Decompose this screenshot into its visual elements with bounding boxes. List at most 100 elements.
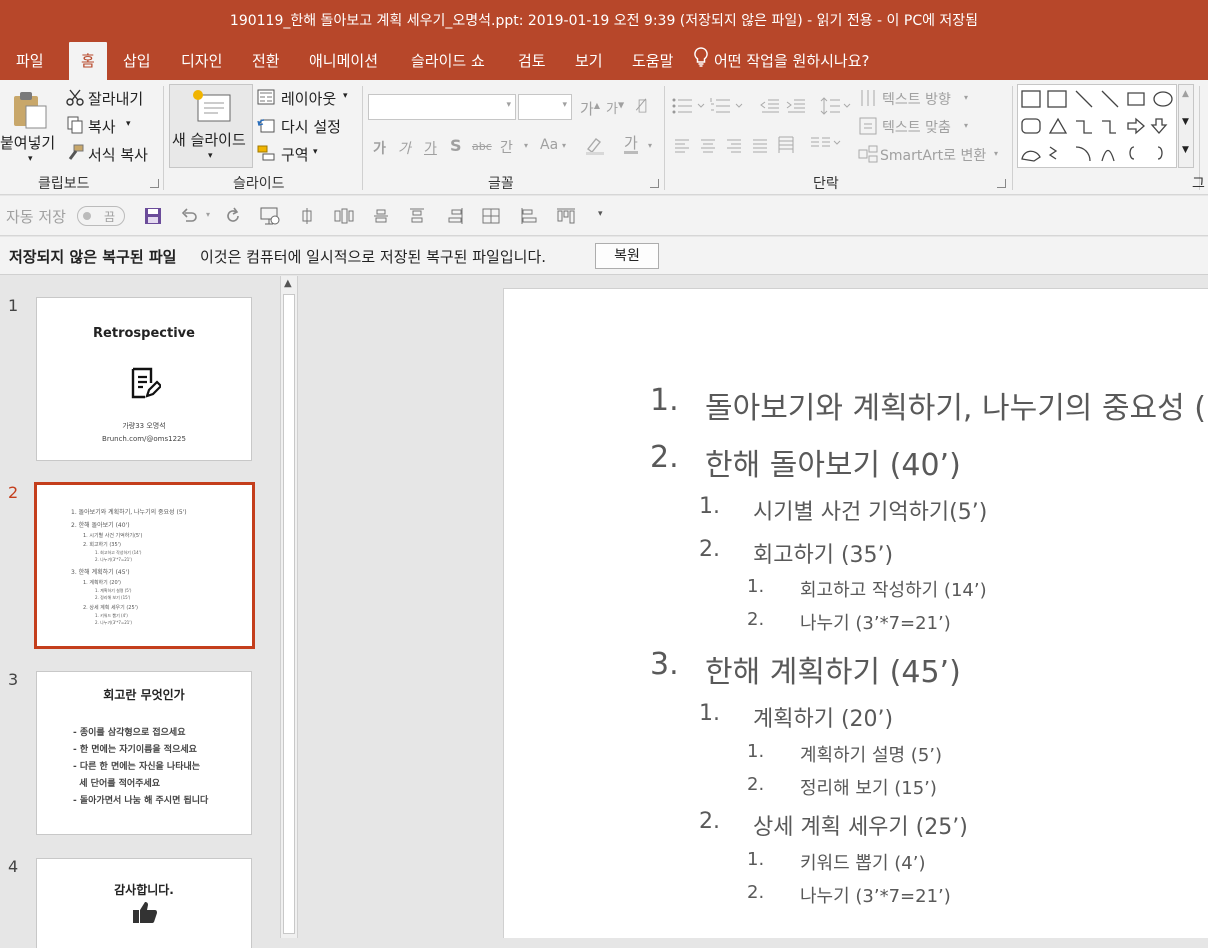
align-left-icon[interactable] <box>674 138 690 157</box>
tab-design[interactable]: 디자인 <box>169 42 234 80</box>
bullets-icon[interactable] <box>672 98 712 118</box>
copy-button[interactable]: 복사 ▾ <box>64 114 156 138</box>
distributed-icon[interactable] <box>778 136 794 158</box>
slide-thumbnail-pane: 1 Retrospective 가량33 오명석 Brunch.com/@oms… <box>0 276 280 948</box>
italic-icon[interactable]: 가 <box>398 138 411 158</box>
align-right-icon[interactable] <box>726 138 742 157</box>
format-painter-button[interactable]: 서식 복사 <box>64 142 162 166</box>
tab-home[interactable]: 홈 <box>69 42 107 80</box>
strikethrough-icon[interactable]: abc <box>472 140 492 153</box>
decrease-indent-icon[interactable] <box>760 98 780 118</box>
numbering-icon[interactable] <box>710 98 750 118</box>
smartart-icon[interactable] <box>858 144 878 168</box>
increase-indent-icon[interactable] <box>786 98 806 118</box>
align-center-h-icon[interactable] <box>298 207 316 225</box>
paragraph-group-label: 단락 <box>813 176 839 192</box>
slide-canvas[interactable]: 1. 돌아보기와 계획하기, 나누기의 중요성 (5') 2. 한해 돌아보기 … <box>503 288 1208 938</box>
outline-number: 1. <box>650 383 679 418</box>
autosave-toggle[interactable]: 끔 <box>77 206 125 226</box>
distribute-top-icon[interactable] <box>556 207 575 225</box>
align-right-obj-icon[interactable] <box>446 207 464 225</box>
align-left-obj-icon[interactable] <box>520 207 538 225</box>
outline-text: 키워드 뽑기 (4’) <box>800 853 926 874</box>
tab-insert[interactable]: 삽입 <box>111 42 163 80</box>
tell-me-box[interactable]: 어떤 작업을 원하시나요? <box>694 42 882 80</box>
chevron-down-icon[interactable]: ▼ <box>1182 117 1189 127</box>
thumbnail-number: 3 <box>8 670 19 689</box>
chevron-down-icon: ▾ <box>648 141 653 150</box>
justify-icon[interactable] <box>752 138 768 157</box>
new-slide-button[interactable]: 새 슬라이드 ▾ <box>169 84 253 168</box>
tab-animations[interactable]: 애니메이션 <box>297 42 390 80</box>
reset-button[interactable]: 다시 설정 <box>257 114 357 138</box>
outline-text: 돌아보기와 계획하기, 나누기의 중요성 (5') <box>705 391 1208 426</box>
align-text-icon[interactable] <box>858 116 878 140</box>
decrease-font-icon[interactable]: 가▼ <box>606 98 624 117</box>
tab-slideshow[interactable]: 슬라이드 쇼 <box>399 42 497 80</box>
font-size-combobox[interactable]: ▾ <box>518 94 572 120</box>
columns-icon[interactable] <box>810 136 842 156</box>
thumb2-line: 1. 시기별 사건 기억하기(5') <box>83 533 143 539</box>
undo-icon[interactable] <box>180 207 198 225</box>
chevron-down-icon[interactable]: ▾ <box>206 210 210 219</box>
save-icon[interactable] <box>144 207 162 225</box>
slide-thumbnail-2[interactable]: 1. 돌아보기와 계획하기, 나누기의 중요성 (5') 2. 한해 돌아보기 … <box>34 482 255 649</box>
align-text-label[interactable]: 텍스트 맞춤 <box>882 117 951 137</box>
font-name-combobox[interactable]: ▾ <box>368 94 516 120</box>
more-icon[interactable]: ▼ <box>1182 145 1189 155</box>
text-direction-label[interactable]: 텍스트 방향 <box>882 89 951 109</box>
thumb3-title: 회고란 무엇인가 <box>103 688 185 702</box>
thumbnail-scrollbar[interactable]: ▲ <box>280 276 298 938</box>
gallery-scrollbar[interactable]: ▲ ▼ ▼ <box>1178 84 1194 168</box>
paste-button[interactable]: 붙여넣기 ▾ <box>0 84 62 168</box>
tab-transitions[interactable]: 전환 <box>240 42 292 80</box>
bold-icon[interactable]: 가 <box>373 138 386 158</box>
tab-file[interactable]: 파일 <box>4 42 56 80</box>
brush-icon <box>66 144 84 166</box>
slide-thumbnail-4[interactable]: 감사합니다. <box>36 858 252 948</box>
shapes-gallery[interactable] <box>1017 84 1177 168</box>
distribute-h-icon[interactable] <box>334 207 354 225</box>
layout-button[interactable]: 레이아웃 ▾ <box>257 86 357 110</box>
chevron-up-icon[interactable]: ▲ <box>284 278 292 289</box>
scrollbar-thumb[interactable] <box>283 294 295 934</box>
tab-view[interactable]: 보기 <box>563 42 615 80</box>
tab-review[interactable]: 검토 <box>506 42 558 80</box>
section-button[interactable]: 구역 ▾ <box>257 142 357 166</box>
highlight-icon[interactable] <box>584 136 606 160</box>
restore-button[interactable]: 복원 <box>595 243 659 269</box>
dialog-launcher-icon[interactable] <box>997 179 1006 188</box>
tab-help[interactable]: 도움말 <box>620 42 685 80</box>
presenter-icon[interactable] <box>260 207 280 225</box>
line-spacing-icon[interactable] <box>820 96 852 120</box>
clipboard-group-label: 클립보드 <box>38 176 90 192</box>
dialog-launcher-icon[interactable] <box>150 179 159 188</box>
font-color-icon[interactable]: 가 <box>624 135 638 154</box>
outline-text: 나누기 (3’*7=21’) <box>800 886 951 907</box>
smartart-label[interactable]: SmartArt로 변환 <box>880 145 986 165</box>
slide-thumbnail-3[interactable]: 회고란 무엇인가 - 종이를 삼각형으로 접으세요 - 한 면에는 자기이름을 … <box>36 671 252 835</box>
cut-button[interactable]: 잘라내기 <box>64 86 156 110</box>
notification-title: 저장되지 않은 복구된 파일 <box>9 248 177 266</box>
slide-thumbnail-1[interactable]: Retrospective 가량33 오명석 Brunch.com/@oms12… <box>36 297 252 461</box>
align-top-icon[interactable] <box>372 207 390 225</box>
align-middle-icon[interactable] <box>408 207 426 225</box>
underline-icon[interactable]: 가 <box>424 138 437 158</box>
clear-formatting-icon[interactable]: 가̸ <box>638 96 647 114</box>
redo-icon[interactable] <box>224 207 242 225</box>
table-icon[interactable] <box>482 207 500 225</box>
text-direction-icon[interactable] <box>858 88 878 112</box>
dialog-launcher-icon[interactable] <box>650 179 659 188</box>
reset-icon <box>257 117 275 137</box>
shadow-icon[interactable]: S <box>450 136 462 155</box>
char-spacing-button[interactable]: 간 <box>500 137 513 157</box>
change-case-button[interactable]: Aa <box>540 137 558 153</box>
increase-font-icon[interactable]: 가▲ <box>580 98 600 119</box>
thumb3-line: - 한 면에는 자기이름을 적으세요 <box>73 745 197 755</box>
chevron-up-icon[interactable]: ▲ <box>1182 89 1189 99</box>
new-slide-icon <box>192 89 232 127</box>
thumb2-line: 1. 돌아보기와 계획하기, 나누기의 중요성 (5') <box>71 509 187 516</box>
align-center-icon[interactable] <box>700 138 716 157</box>
customize-qat-icon[interactable]: ▾ <box>598 209 603 219</box>
tell-me-text: 어떤 작업을 원하시나요? <box>714 52 870 70</box>
